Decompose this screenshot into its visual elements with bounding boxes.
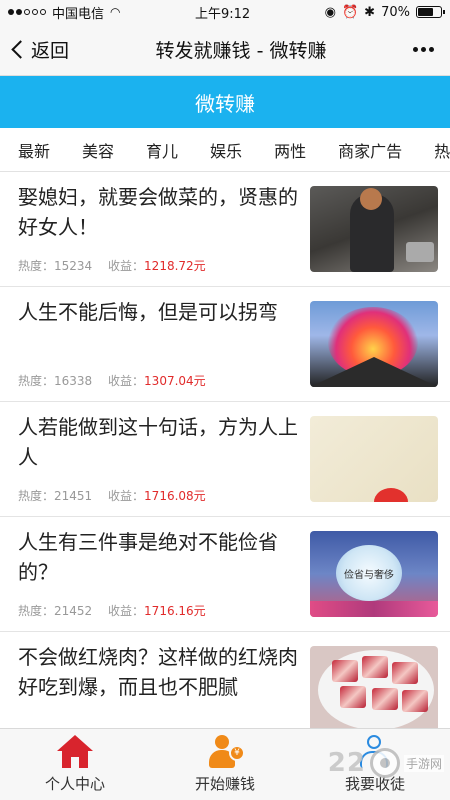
bluetooth-icon: ✱ [364,4,376,20]
battery-percent: 70% [381,4,410,20]
tab-business-ads[interactable]: 商家广告 [338,138,402,162]
article-title: 人生不能后悔，但是可以拐弯 [18,300,278,324]
watermark-logo-icon [369,748,400,778]
home-icon [55,735,95,769]
list-item[interactable]: 人若能做到这十句话，方为人上人 热度：21451 收益：1716.08元 [0,402,450,517]
tab-entertainment[interactable]: 娱乐 [210,138,242,162]
earn-unit: 元 [193,259,206,273]
article-meta: 热度：21452 收益：1716.16元 [18,602,206,619]
app-banner: 微转赚 [0,76,450,128]
tab-latest[interactable]: 最新 [18,138,50,162]
earn-icon-coin: ¥ [229,745,245,761]
thumb-red-dot [374,488,408,502]
article-title: 人生有三件事是绝对不能俭省的？ [18,530,278,584]
article-meta: 热度：15234 收益：1218.72元 [18,257,206,274]
earn-label: 收益： [108,374,145,388]
thumb-mountain [310,357,438,387]
heat-value: 16338 [54,374,93,388]
article-thumbnail[interactable]: 俭省与奢侈 [310,531,438,617]
category-tabs: 最新 美容 育儿 娱乐 两性 商家广告 热 [0,128,450,172]
article-thumbnail[interactable] [310,186,438,272]
article-list: 娶媳妇，就要会做菜的，贤惠的好女人！ 热度：15234 收益：1218.72元 … [0,172,450,728]
article-thumbnail[interactable] [310,301,438,387]
article-title: 不会做红烧肉？这样做的红烧肉好吃到爆，而且也不肥腻 [18,645,298,699]
heat-label: 热度： [18,604,55,618]
thumb-flowers [310,601,438,617]
list-item[interactable]: 不会做红烧肉？这样做的红烧肉好吃到爆，而且也不肥腻 [0,632,450,728]
nav-bar: 返回 转发就赚钱 - 微转赚 [0,24,450,76]
thumb-meat [402,690,428,712]
heat-value: 21452 [54,604,93,618]
article-title: 娶媳妇，就要会做菜的，贤惠的好女人！ [18,185,298,239]
heat-value: 21451 [54,489,93,503]
earn-label: 收益： [108,489,145,503]
tab-relationships[interactable]: 两性 [274,138,306,162]
heat-label: 热度： [18,489,55,503]
tab-personal-center[interactable]: 个人中心 [0,729,150,800]
list-item[interactable]: 人生有三件事是绝对不能俭省的？ 热度：21452 收益：1716.16元 俭省与… [0,517,450,632]
carrier: 中国电信 [52,6,105,22]
thumb-head [360,188,382,210]
thumb-meat [340,686,366,708]
wifi-icon: ◠ [110,5,121,19]
chevron-left-icon [11,40,30,59]
thumb-meat [372,688,398,710]
thumb-meat [362,656,388,678]
rotation-lock-icon: ◉ [324,4,336,20]
thumb-meat [332,660,358,682]
list-item[interactable]: 娶媳妇，就要会做菜的，贤惠的好女人！ 热度：15234 收益：1218.72元 [0,172,450,287]
thumb-moon: 俭省与奢侈 [336,545,402,601]
home-roof [57,735,93,751]
earn-money-icon: ¥ [205,735,245,769]
article-thumbnail[interactable] [310,416,438,502]
tab-hot[interactable]: 热 [434,138,450,162]
earn-icon-head [215,735,229,749]
tab-parenting[interactable]: 育儿 [146,138,178,162]
more-icon[interactable] [412,47,434,52]
page-title: 转发就赚钱 - 微转赚 [155,40,327,62]
user-icon-head [367,735,381,749]
status-right: ◉ ⏰ ✱ 70% [324,4,445,20]
back-label: 返回 [31,40,70,62]
tab-label: 个人中心 [44,775,105,793]
earn-unit: 元 [193,489,206,503]
status-time: 上午9:12 [194,6,251,22]
thumb-stove [406,242,434,262]
earn-unit: 元 [193,374,206,388]
watermark-text: 手游网 [403,754,444,772]
banner-title: 微转赚 [195,91,255,116]
earn-label: 收益： [108,259,145,273]
article-meta: 热度：21451 收益：1716.08元 [18,487,206,504]
article-meta: 热度：16338 收益：1307.04元 [18,372,206,389]
earn-label: 收益： [108,604,145,618]
heat-label: 热度： [18,259,55,273]
thumb-caption: 俭省与奢侈 [344,569,394,581]
article-thumbnail[interactable] [310,646,438,728]
heat-label: 热度： [18,374,55,388]
status-bar: 中国电信 ◠ 上午9:12 ◉ ⏰ ✱ 70% [0,0,450,24]
heat-value: 15234 [54,259,93,273]
signal-icon [8,9,46,15]
watermark-number: 22 [327,748,366,778]
thumb-meat [392,662,418,684]
tab-label: 开始赚钱 [194,775,255,793]
earn-value: 1307.04 [144,374,194,388]
earn-value: 1716.08 [144,489,194,503]
article-title: 人若能做到这十句话，方为人上人 [18,415,298,469]
tab-start-earning[interactable]: ¥ 开始赚钱 [150,729,300,800]
earn-value: 1716.16 [144,604,194,618]
battery-icon [415,6,445,18]
list-item[interactable]: 人生不能后悔，但是可以拐弯 热度：16338 收益：1307.04元 [0,287,450,402]
earn-value: 1218.72 [144,259,194,273]
battery-fill [417,8,434,16]
alarm-icon: ⏰ [341,4,359,20]
site-watermark: 22 手游网 [328,748,444,778]
earn-unit: 元 [193,604,206,618]
status-left: 中国电信 ◠ [8,3,121,22]
back-button[interactable]: 返回 [10,36,69,63]
home-door [71,757,79,768]
tab-beauty[interactable]: 美容 [82,138,114,162]
